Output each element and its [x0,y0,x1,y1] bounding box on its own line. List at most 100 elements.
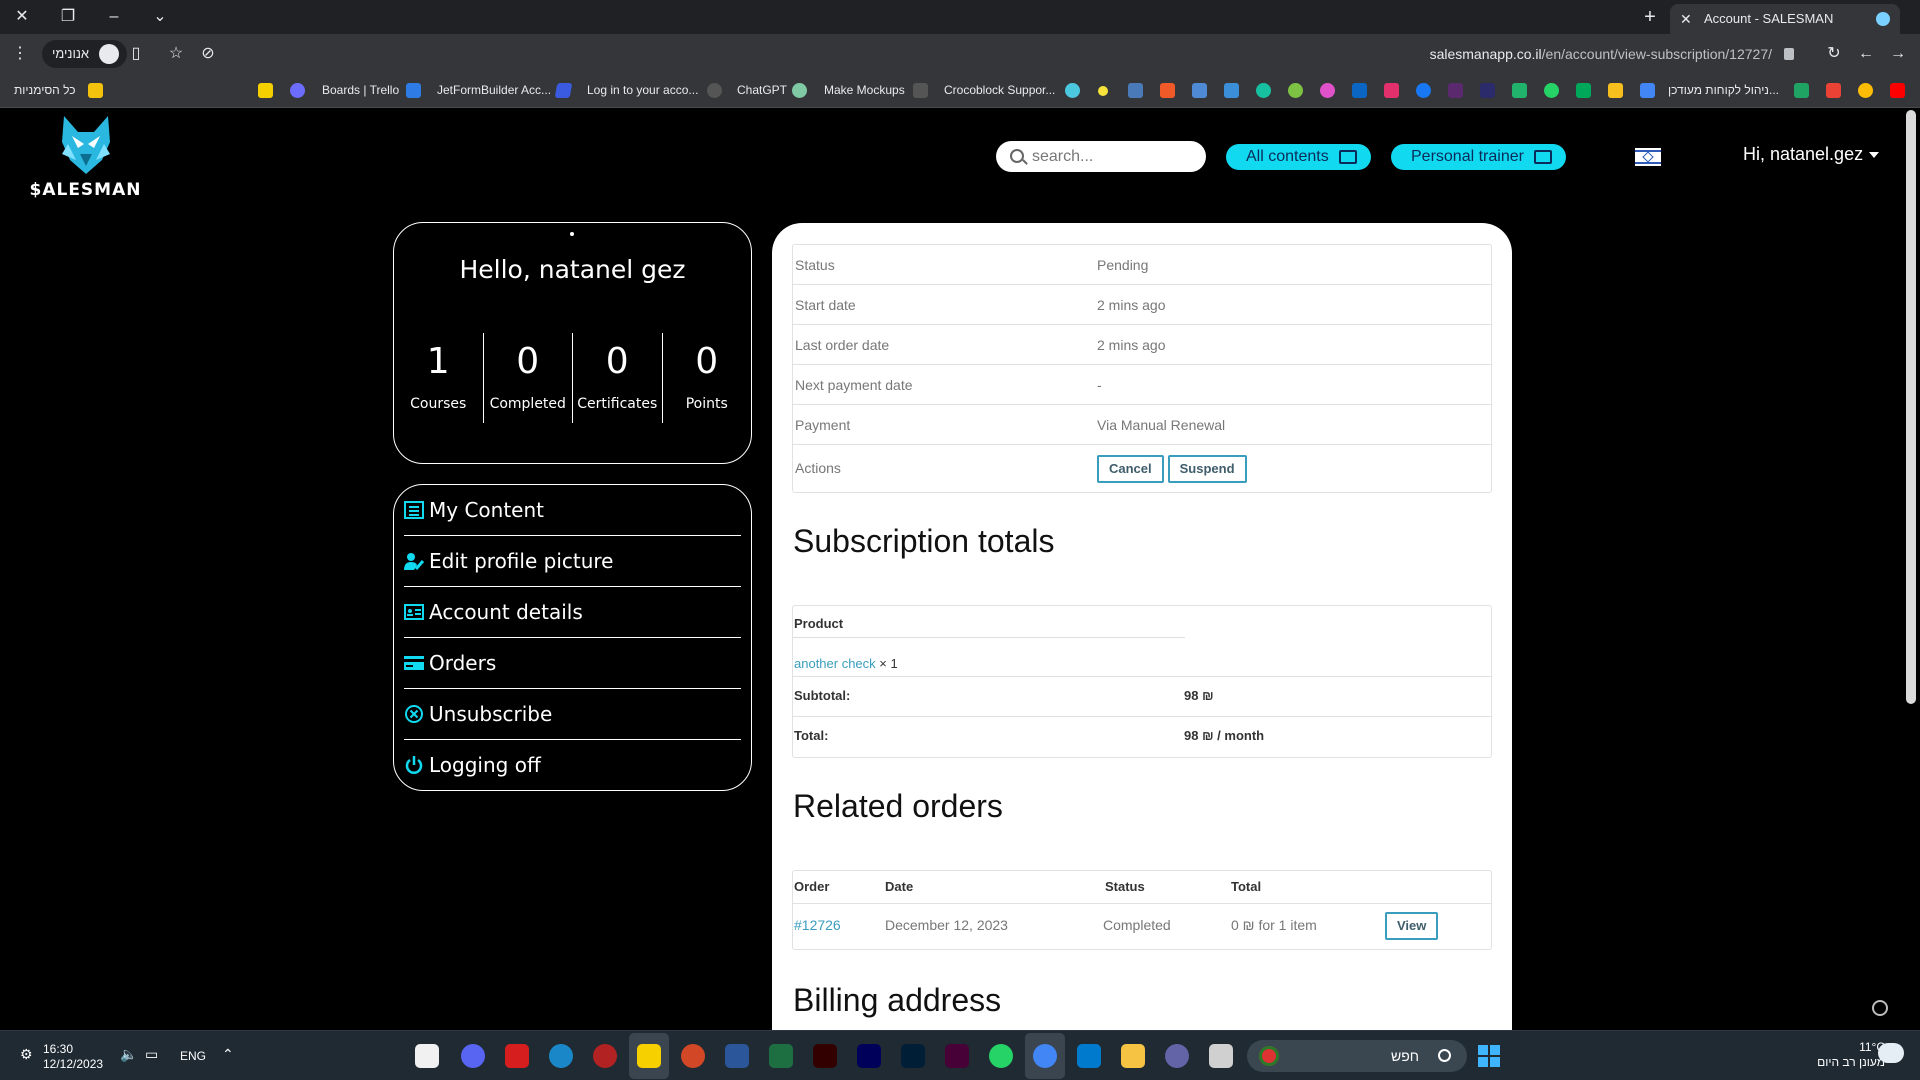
page-scrollbar-thumb[interactable] [1906,110,1916,704]
discord-app-icon[interactable] [461,1044,485,1068]
accessibility-icon[interactable] [1872,1000,1888,1016]
sticky-notes-app-icon[interactable] [637,1044,661,1068]
notepad-app-icon[interactable] [415,1044,439,1068]
bookmark-green-grid-icon[interactable] [1512,83,1527,98]
new-tab-button[interactable]: + [1636,4,1664,30]
bookmark-customers[interactable]: ניהול לקוחות מעודכן... [1668,83,1779,97]
forward-arrow-icon[interactable]: → [1886,42,1910,66]
bookmark-login[interactable]: Log in to your acco... [587,83,698,97]
lock-icon[interactable] [1784,48,1794,60]
xd-app-icon[interactable] [945,1044,969,1068]
taskbar-search-box[interactable]: חפש [1247,1040,1467,1072]
site-search-input[interactable]: search... [996,141,1206,172]
instagram-icon[interactable] [1384,83,1399,98]
teams-app-icon[interactable] [1165,1044,1189,1068]
bookmark-grid-icon[interactable] [1192,83,1207,98]
close-window-icon[interactable]: ✕ [4,4,40,30]
incognito-badge[interactable]: אנונימי [42,40,128,68]
bookmark-trello[interactable]: Boards | Trello [322,83,399,97]
all-contents-button[interactable]: All contents [1226,144,1371,170]
menu-item-edit-profile-picture[interactable]: Edit profile picture [404,536,741,587]
chrome-app-icon[interactable] [1033,1044,1057,1068]
translate-icon[interactable] [1640,83,1655,98]
c-app-icon[interactable] [549,1044,573,1068]
eye-off-icon[interactable]: ⊘ [196,42,220,66]
menu-item-my-content[interactable]: My Content [404,485,741,536]
bookmark-circle-icon[interactable] [290,83,305,98]
order-number-link[interactable]: #12726 [794,917,841,933]
network-icon[interactable]: ▭ [145,1046,158,1063]
address-bar[interactable]: salesmanapp.co.il/en/account/view-subscr… [1300,40,1800,68]
bookmark-purple-icon[interactable] [1448,83,1463,98]
reload-icon[interactable]: ↻ [1822,42,1846,66]
user-menu[interactable]: Hi, natanel.gez [1743,144,1880,165]
bookmark-star-icon[interactable]: ☆ [164,42,188,66]
personal-trainer-button[interactable]: Personal trainer [1391,144,1566,170]
input-language[interactable]: ENG [180,1049,206,1063]
linkedin-icon[interactable] [1352,83,1367,98]
bookmark-jetformbuilder[interactable]: JetFormBuilder Acc... [437,83,551,97]
browser-tab-active[interactable]: ✕ Account - SALESMAN [1670,4,1900,34]
volume-icon[interactable]: 🔈 [120,1046,137,1063]
bookmark-leaf-icon[interactable] [1288,83,1303,98]
minimize-window-icon[interactable]: – [96,4,132,30]
bookmark-dot-icon[interactable] [1098,86,1108,96]
bookmark-globe-icon[interactable] [1065,83,1080,98]
drive-icon[interactable] [1608,83,1623,98]
bookmark-pink-icon[interactable] [1320,83,1335,98]
illustrator-app-icon[interactable] [813,1044,837,1068]
vscode-app-icon[interactable] [1077,1044,1101,1068]
meet-icon[interactable] [1576,83,1591,98]
view-order-button[interactable]: View [1385,912,1439,940]
acrobat-app-icon[interactable] [505,1044,529,1068]
powerpoint-app-icon[interactable] [681,1044,705,1068]
whatsapp-app-icon[interactable] [989,1044,1013,1068]
bookmark-gt-icon[interactable] [1128,83,1143,98]
bookmark-make-mockups[interactable]: Make Mockups [824,83,905,97]
settings-gear-icon[interactable]: ⚙ [20,1046,33,1063]
file-explorer-app-icon[interactable] [1121,1044,1145,1068]
youtube-icon[interactable] [1890,83,1905,98]
bookmark-link-icon[interactable] [1160,83,1175,98]
bookmark-p3-icon[interactable] [1480,83,1495,98]
menu-item-unsubscribe[interactable]: Unsubscribe [404,689,741,740]
whatsapp-icon[interactable] [1544,83,1559,98]
browser-menu-icon[interactable]: ⋮ [8,42,32,66]
menu-label: Unsubscribe [429,702,553,726]
photoshop-app-icon[interactable] [901,1044,925,1068]
chevron-up-icon[interactable]: ⌃ [222,1046,234,1063]
menu-item-orders[interactable]: Orders [404,638,741,689]
product-link[interactable]: another check [794,656,876,671]
bookmark-all-bookmarks[interactable]: כל הסימניות [14,83,76,97]
system-clock[interactable]: 16:30 12/12/2023 [43,1042,103,1072]
bookmark-c-icon[interactable] [1256,83,1271,98]
user-greeting: Hi, natanel.gez [1743,144,1864,164]
weather-widget[interactable]: 11°C מעונן רב היום [1795,1040,1885,1070]
tab-close-icon[interactable]: ✕ [1680,4,1692,34]
restore-window-icon[interactable]: ❐ [50,4,86,30]
google-icon[interactable] [1858,83,1873,98]
excel-app-icon[interactable] [769,1044,793,1068]
word-app-icon[interactable] [725,1044,749,1068]
salesman-logo[interactable]: $ALESMAN [28,112,143,202]
tab-search-chevron-icon[interactable]: ⌄ [142,4,178,30]
menu-item-logging-off[interactable]: Logging off [404,740,741,791]
windows-start-icon[interactable] [1478,1045,1500,1067]
stat-points: 0 Points [661,333,752,423]
menu-label: Account details [429,600,583,624]
facebook-icon[interactable] [1416,83,1431,98]
gmail-icon[interactable] [1826,83,1841,98]
bookmark-p2-icon[interactable] [1224,83,1239,98]
cancel-button[interactable]: Cancel [1097,455,1164,484]
bookmark-p-icon[interactable] [258,83,273,98]
bookmark-chatgpt[interactable]: ChatGPT [737,83,787,97]
suspend-button[interactable]: Suspend [1167,455,1247,484]
after-effects-app-icon[interactable] [857,1044,881,1068]
side-panel-icon[interactable]: ▯ [124,42,148,66]
red-app-icon[interactable] [593,1044,617,1068]
task-view-app-icon[interactable] [1209,1044,1233,1068]
israel-flag-icon[interactable] [1635,148,1661,166]
bookmark-crocoblock[interactable]: Crocoblock Suppor... [944,83,1055,97]
menu-item-account-details[interactable]: Account details [404,587,741,638]
back-arrow-icon[interactable]: ← [1854,42,1878,66]
